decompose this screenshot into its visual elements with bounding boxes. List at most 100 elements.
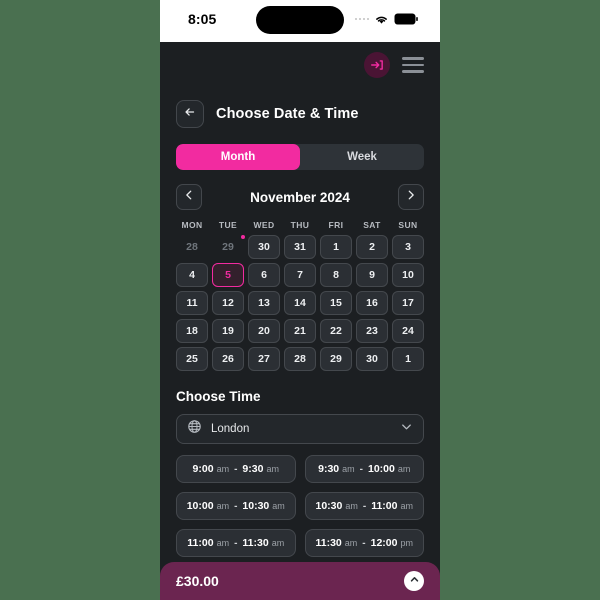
back-button[interactable] [176, 100, 204, 128]
calendar: MON TUE WED THU FRI SAT SUN 28 29 30 31 1 2 3 4 5 6 7 8 9 1… [176, 220, 424, 371]
bottom-bar: £30.00 [160, 562, 440, 600]
time-slot[interactable]: 11:00 am -11:30 am [176, 529, 296, 557]
time-slot[interactable]: 11:30 am -12:00 pm [304, 529, 424, 557]
calendar-day-label: 25 [186, 353, 198, 365]
calendar-day[interactable]: 28 [284, 347, 316, 371]
time-slot-separator: - [234, 463, 238, 475]
globe-icon [187, 419, 202, 439]
calendar-day[interactable]: 30 [248, 235, 280, 259]
calendar-day[interactable]: 26 [212, 347, 244, 371]
calendar-day[interactable]: 30 [356, 347, 388, 371]
next-month-button[interactable] [398, 184, 424, 210]
calendar-day[interactable]: 9 [356, 263, 388, 287]
weekday-label: MON [181, 220, 203, 230]
phone-frame: 8:05 Choose Date & Time Month Week Novem… [160, 0, 440, 600]
calendar-day[interactable]: 31 [284, 235, 316, 259]
calendar-day-label: 22 [330, 325, 342, 337]
time-slot-end: 10:00 [368, 463, 395, 475]
calendar-day[interactable]: 1 [392, 347, 424, 371]
calendar-day[interactable]: 8 [320, 263, 352, 287]
status-bar-time: 8:05 [188, 11, 217, 27]
prev-month-button[interactable] [176, 184, 202, 210]
time-slot[interactable]: 10:30 am -11:00 am [304, 492, 424, 520]
calendar-day[interactable]: 1 [320, 235, 352, 259]
calendar-day[interactable]: 20 [248, 319, 280, 343]
calendar-day-label: 10 [402, 269, 414, 281]
time-slot-start: 11:30 [315, 537, 342, 549]
calendar-day[interactable]: 23 [356, 319, 388, 343]
calendar-day[interactable]: 2 [356, 235, 388, 259]
time-slot-separator: - [362, 537, 366, 549]
calendar-day-label: 15 [330, 297, 342, 309]
calendar-day[interactable]: 21 [284, 319, 316, 343]
calendar-day[interactable]: 14 [284, 291, 316, 315]
timezone-select[interactable]: London [176, 414, 424, 444]
view-toggle: Month Week [176, 144, 424, 170]
expand-summary-button[interactable] [404, 571, 424, 591]
time-slot-separator: - [234, 537, 238, 549]
time-slot-end-meridiem: am [272, 501, 285, 511]
login-arrow-icon[interactable] [364, 52, 390, 78]
time-slot-end: 12:00 [370, 537, 398, 549]
calendar-day[interactable]: 27 [248, 347, 280, 371]
calendar-day[interactable]: 19 [212, 319, 244, 343]
calendar-day[interactable]: 12 [212, 291, 244, 315]
time-slot-separator: - [362, 500, 367, 512]
calendar-day[interactable]: 24 [392, 319, 424, 343]
signal-dots-icon [354, 17, 369, 21]
page-title: Choose Date & Time [216, 106, 359, 122]
time-slot-start-meridiem: am [216, 538, 230, 548]
dynamic-island [256, 6, 344, 34]
time-slot-end: 10:30 [242, 500, 270, 512]
battery-icon [394, 13, 418, 25]
calendar-day-selected[interactable]: 5 [212, 263, 244, 287]
calendar-day-label: 3 [405, 241, 411, 253]
status-bar: 8:05 [160, 0, 440, 42]
calendar-day[interactable]: 17 [392, 291, 424, 315]
calendar-day[interactable]: 3 [392, 235, 424, 259]
calendar-day-label: 6 [261, 269, 267, 281]
calendar-day[interactable]: 10 [392, 263, 424, 287]
weekday-label: THU [290, 220, 310, 230]
hamburger-menu-icon[interactable] [402, 57, 424, 73]
calendar-nav: November 2024 [176, 184, 424, 210]
total-price: £30.00 [176, 573, 219, 589]
time-slot[interactable]: 10:00 am -10:30 am [176, 492, 296, 520]
time-slot-start-meridiem: am [342, 464, 355, 474]
calendar-day-grid: 28 29 30 31 1 2 3 4 5 6 7 8 9 10 11 12 13 14 15 16 17 18 19 20 2… [176, 235, 424, 371]
calendar-day-label: 7 [297, 269, 303, 281]
tab-week[interactable]: Week [300, 144, 424, 170]
arrow-left-icon [183, 105, 197, 124]
calendar-day[interactable]: 16 [356, 291, 388, 315]
calendar-day[interactable]: 29 [320, 347, 352, 371]
wifi-icon [374, 14, 389, 25]
time-slot-start-meridiem: am [344, 538, 358, 548]
calendar-day-label: 23 [366, 325, 378, 337]
calendar-day[interactable]: 18 [176, 319, 208, 343]
calendar-day[interactable]: 11 [176, 291, 208, 315]
time-slot-end-meridiem: am [400, 501, 413, 511]
calendar-day-label: 9 [369, 269, 375, 281]
calendar-day-label: 19 [222, 325, 234, 337]
calendar-day[interactable]: 7 [284, 263, 316, 287]
time-slot-separator: - [359, 463, 363, 475]
calendar-day-label: 27 [258, 353, 270, 365]
tab-month[interactable]: Month [176, 144, 300, 170]
calendar-day: 29 [212, 235, 245, 259]
calendar-day-label: 29 [222, 241, 234, 253]
calendar-day[interactable]: 6 [248, 263, 280, 287]
calendar-day-label: 1 [333, 241, 339, 253]
calendar-day[interactable]: 15 [320, 291, 352, 315]
calendar-day-label: 8 [333, 269, 339, 281]
time-slot[interactable]: 9:30 am -10:00 am [304, 455, 424, 483]
calendar-day[interactable]: 25 [176, 347, 208, 371]
calendar-day[interactable]: 22 [320, 319, 352, 343]
time-slot[interactable]: 9:00 am -9:30 am [176, 455, 296, 483]
time-slot-end: 11:00 [371, 500, 398, 512]
calendar-day[interactable]: 4 [176, 263, 208, 287]
calendar-day[interactable]: 13 [248, 291, 280, 315]
time-slot-start: 11:00 [187, 537, 214, 549]
weekday-label: TUE [218, 220, 238, 230]
time-slot-end-meridiem: am [271, 538, 285, 548]
calendar-day-label: 5 [225, 269, 231, 281]
